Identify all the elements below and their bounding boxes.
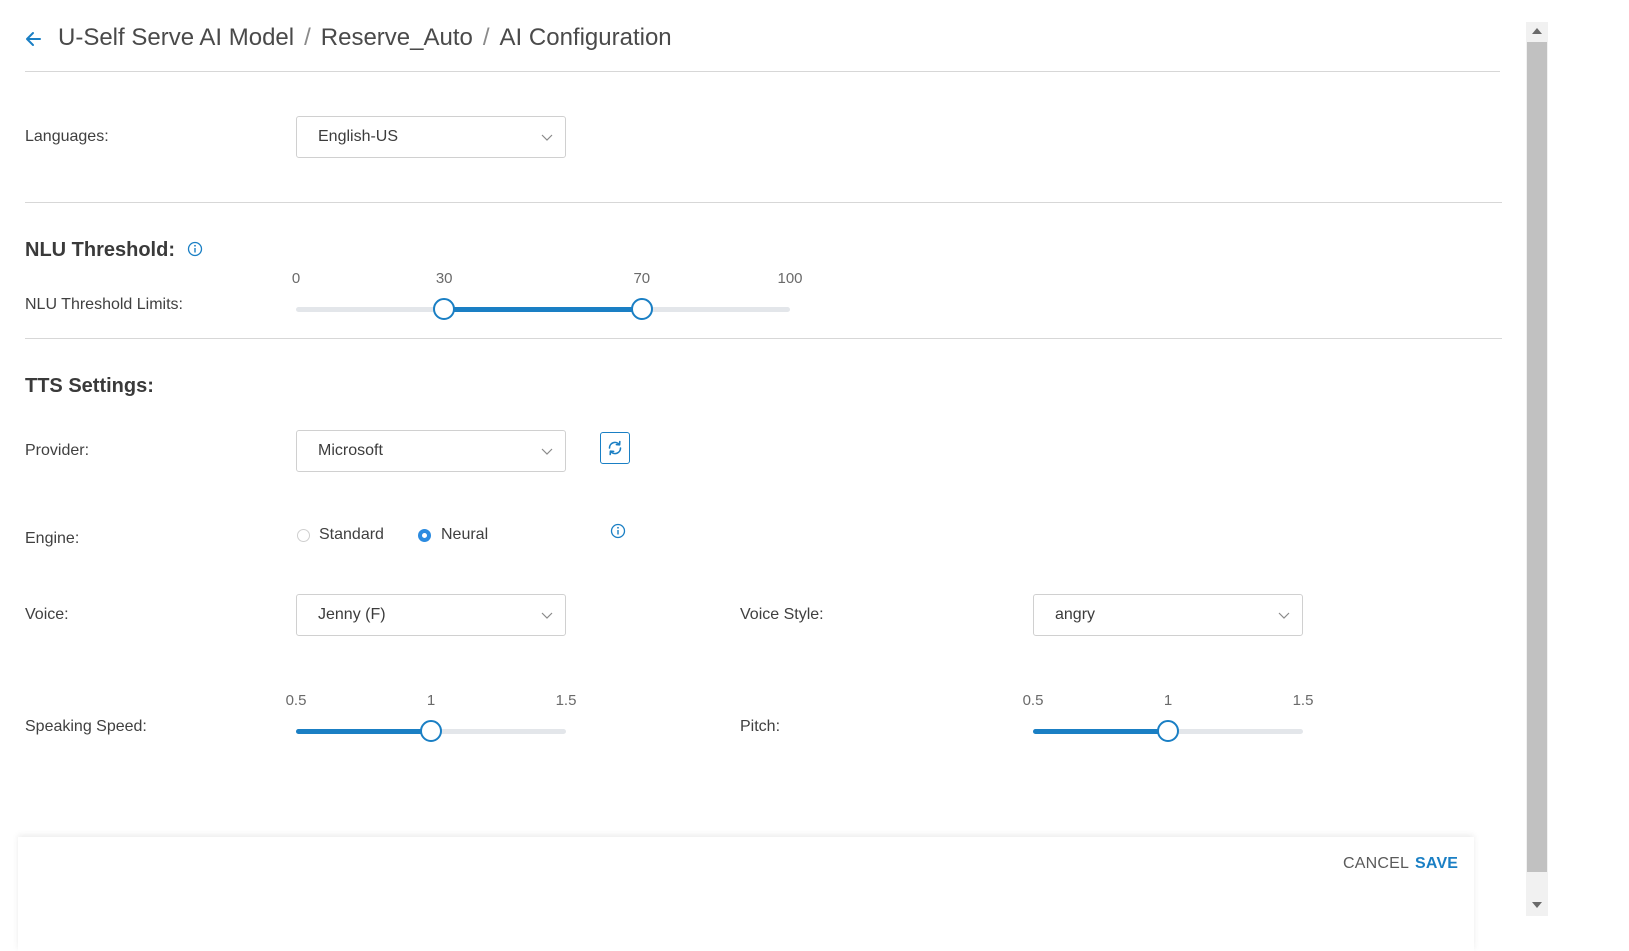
engine-radio-standard[interactable] [297,529,310,542]
footer-action-bar: CANCEL SAVE [18,837,1474,951]
engine-label: Engine: [25,530,80,547]
breadcrumb-separator: / [304,24,311,51]
cancel-button[interactable]: CANCEL [1343,855,1409,873]
engine-radio-neural-label[interactable]: Neural [441,526,488,544]
breadcrumb-item-ai-configuration: AI Configuration [499,24,672,51]
slider-tick-label: 1.5 [555,692,577,709]
breadcrumb-separator: / [482,24,490,51]
slider-tick-label: 100 [777,270,803,287]
info-icon[interactable] [610,523,626,539]
scroll-down-arrow-icon[interactable] [1532,902,1542,908]
slider-handle-high[interactable] [630,298,653,320]
languages-select-value: English-US [318,128,399,145]
tts-settings-title: TTS Settings: [25,375,154,397]
nlu-range-slider[interactable]: 0 30 70 100 [292,270,803,326]
slider-fill [1033,729,1168,734]
breadcrumb-item-reserve-auto[interactable]: Reserve_Auto [321,24,473,51]
slider-tick-label: 0.5 [1022,692,1044,709]
voice-style-label: Voice Style: [740,606,824,623]
info-icon[interactable] [187,241,203,257]
chevron-down-icon [541,612,553,619]
slider-tick-label: 0 [291,270,301,287]
slider-tick-label: 1 [426,692,436,709]
nlu-threshold-title: NLU Threshold: [25,239,175,261]
page-header: U-Self Serve AI Model / Reserve_Auto / AI Co… [0,0,1560,72]
engine-radio-standard-label[interactable]: Standard [319,526,384,544]
section-divider [25,202,1502,203]
slider-fill [444,307,642,312]
slider-tick-label: 30 [435,270,453,287]
breadcrumb-item-model[interactable]: U-Self Serve AI Model [58,24,294,51]
slider-tick-label: 1.5 [1292,692,1314,709]
voice-select-value: Jenny (F) [318,606,386,623]
pitch-label: Pitch: [740,718,781,735]
slider-tick-label: 0.5 [285,692,307,709]
scrollbar-thumb[interactable] [1527,42,1547,872]
slider-fill [296,729,431,734]
breadcrumb: U-Self Serve AI Model / Reserve_Auto / AI Co… [58,24,672,52]
chevron-down-icon [541,448,553,455]
chevron-down-icon [541,134,553,141]
voice-label: Voice: [25,606,69,623]
slider-handle[interactable] [1157,720,1179,742]
chevron-down-icon [1278,612,1290,619]
refresh-voices-button[interactable] [600,432,630,464]
slider-handle[interactable] [420,720,442,742]
slider-tick-label: 1 [1163,692,1173,709]
nlu-threshold-limits-label: NLU Threshold Limits: [25,296,183,313]
voice-select[interactable]: Jenny (F) [296,594,566,636]
slider-handle-low[interactable] [433,298,456,320]
provider-label: Provider: [25,442,90,459]
provider-select-value: Microsoft [318,442,383,459]
pitch-slider[interactable]: 0.5 1 1.5 [1023,692,1313,748]
speaking-speed-label: Speaking Speed: [25,718,147,735]
scroll-up-arrow-icon[interactable] [1532,28,1542,34]
refresh-icon [608,440,622,456]
voice-style-select[interactable]: angry [1033,594,1303,636]
provider-select[interactable]: Microsoft [296,430,566,472]
slider-tick-label: 70 [633,270,651,287]
voice-style-select-value: angry [1055,606,1096,623]
save-button[interactable]: SAVE [1415,855,1458,873]
section-divider [25,338,1502,339]
engine-radio-neural[interactable] [418,529,431,542]
header-divider [25,71,1500,72]
languages-label: Languages: [25,128,109,145]
speaking-speed-slider[interactable]: 0.5 1 1.5 [286,692,576,748]
back-arrow-icon[interactable] [22,28,44,50]
languages-select[interactable]: English-US [296,116,566,158]
